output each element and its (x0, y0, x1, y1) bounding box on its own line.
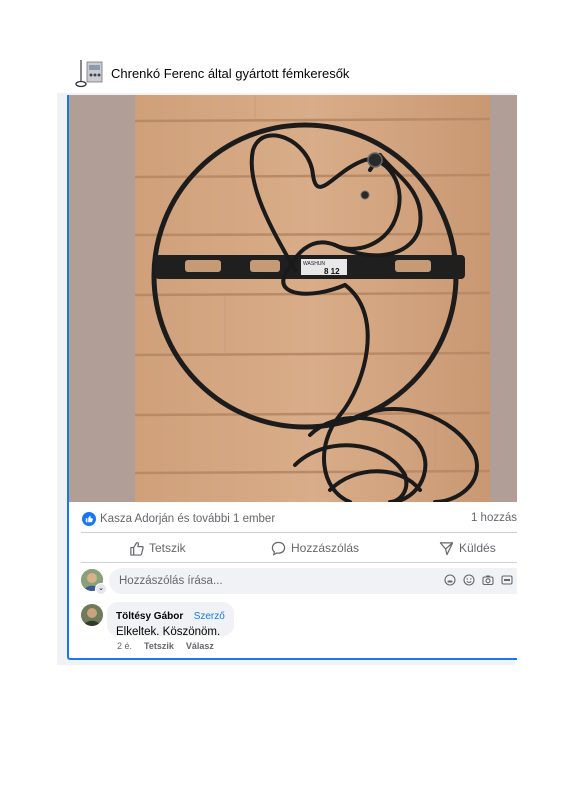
group-header[interactable]: Chrenkó Ferenc által gyártott fémkeresők (74, 58, 349, 88)
author-badge: Szerző (193, 611, 225, 622)
post-photo[interactable]: WASHUN 8 12 (135, 95, 490, 502)
photo-label-2: 8 12 (324, 267, 340, 276)
post-photo-frame[interactable]: WASHUN 8 12 (69, 95, 517, 502)
comment: Töltésy Gábor Szerző Elkeltek. Köszönöm.… (81, 602, 517, 657)
avatar-sticker-icon[interactable] (444, 574, 456, 586)
composer-icons (444, 574, 513, 586)
comment-composer: ⌄ (81, 568, 517, 595)
reactions-bar[interactable]: Kasza Adorján és további 1 ember 1 hozzá… (82, 509, 517, 529)
commenter-avatar[interactable] (81, 604, 103, 626)
send-icon (439, 541, 454, 555)
comment-count[interactable]: 1 hozzás (471, 512, 517, 524)
action-bar: Tetszik Hozzászólás Küldés (81, 535, 517, 561)
reactions-text[interactable]: Kasza Adorján és további 1 ember (100, 513, 275, 525)
comment-time[interactable]: 2 é. (117, 641, 132, 651)
divider (81, 532, 517, 533)
post-card: WASHUN 8 12 Kasza Adorján és további 1 e… (67, 95, 517, 660)
chevron-down-icon[interactable]: ⌄ (95, 583, 107, 595)
like-button[interactable]: Tetszik (129, 535, 186, 561)
divider (81, 562, 517, 563)
like-label: Tetszik (149, 541, 186, 555)
comment-text: Elkeltek. Köszönöm. (116, 626, 221, 638)
comment-like-button[interactable]: Tetszik (144, 641, 174, 651)
comment-author[interactable]: Töltésy Gábor (116, 611, 183, 622)
camera-icon[interactable] (482, 574, 494, 586)
group-name[interactable]: Chrenkó Ferenc által gyártott fémkeresők (111, 66, 349, 81)
send-button[interactable]: Küldés (439, 535, 496, 561)
comment-reply-button[interactable]: Válasz (186, 641, 214, 651)
comment-meta: 2 é. Tetszik Válasz (117, 641, 214, 651)
comment-button[interactable]: Hozzászólás (271, 535, 359, 561)
send-label: Küldés (459, 541, 496, 555)
comment-bubble: Töltésy Gábor Szerző Elkeltek. Köszönöm. (107, 602, 234, 638)
gif-icon[interactable] (501, 574, 513, 586)
group-avatar[interactable] (74, 58, 104, 88)
comment-icon (271, 541, 286, 556)
emoji-icon[interactable] (463, 574, 475, 586)
thumbs-up-icon (130, 541, 144, 556)
photo-label-1: WASHUN (303, 261, 325, 267)
comment-label: Hozzászólás (291, 541, 360, 555)
like-reaction-icon (82, 512, 96, 526)
